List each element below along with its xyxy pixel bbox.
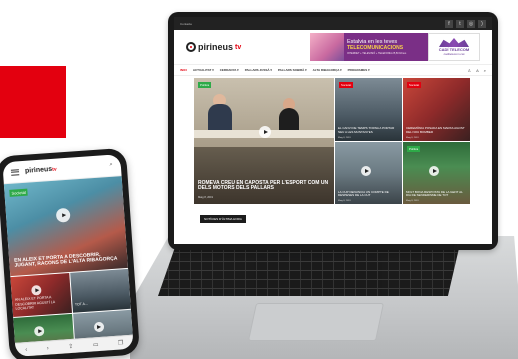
news-tile[interactable]: Política MOLT BONA RESPOSTA DE LA GENT A… <box>403 141 470 204</box>
article-title[interactable]: AN ALEIX ET PORTA A DESCOBRIR AGUSTÍ LA … <box>15 295 68 311</box>
news-column: Societat CEREMÒNIA POSADA EN MARXA AGOST… <box>403 78 470 204</box>
phone-hero-article[interactable]: Societat EN ALEIX ET PORTA A DESCOBRIR, … <box>3 176 129 277</box>
play-icon[interactable] <box>429 165 439 176</box>
search-icon[interactable]: ⌕ <box>484 68 486 73</box>
play-icon[interactable] <box>55 207 71 223</box>
tent-logo-icon <box>439 38 469 47</box>
nav-icons: ♙ A ⌕ <box>467 68 486 73</box>
logo-name: pirineus <box>24 165 53 175</box>
news-column: Societat EL CANVI DE TEMPS TORNA A PORTA… <box>335 78 402 204</box>
logo-name: pirineus <box>198 42 234 52</box>
article-date: Maig 8, 2019 <box>406 136 419 139</box>
article-date: Maig 8, 2019 <box>198 196 213 199</box>
play-icon[interactable] <box>259 126 271 138</box>
news-tile[interactable]: Societat CEREMÒNIA POSADA EN MARXA AGOST… <box>403 78 470 141</box>
article-date: Maig 8, 2019 <box>338 136 351 139</box>
news-tile[interactable]: LA CUP DENUNCIA UN COMPTE DE DESPESES DE… <box>335 141 402 204</box>
search-icon[interactable]: ⌕ <box>109 162 113 169</box>
rss-icon[interactable]: ) <box>478 19 486 28</box>
ad-line-2: TELECOMUNICACIONS <box>347 45 404 51</box>
logo-suffix: tv <box>52 166 57 173</box>
article-date: Maig 8, 2019 <box>406 200 419 202</box>
article-title[interactable]: EN ALEIX ET PORTA A DESCOBRIR, JUGANT, R… <box>14 251 123 270</box>
laptop-trackpad <box>247 303 385 341</box>
ad-banner[interactable]: Estalvia en les teves TELECOMUNICACIONS … <box>310 33 480 61</box>
site-logo[interactable]: pirineus tv <box>186 42 241 52</box>
nav-item-pallars-jussa[interactable]: PALLARS JUSSÀ ▾ <box>245 68 272 72</box>
back-icon[interactable]: ‹ <box>25 347 27 353</box>
news-grid: Política ROMEVA CREU EN CAPOSTA PER L'ES… <box>194 78 470 204</box>
laptop-key-rows <box>158 244 460 296</box>
font-size-icon[interactable]: A <box>476 68 479 73</box>
laptop-website: Contacte f t ◎ ) pirineus tv Estalvia en… <box>174 17 492 244</box>
news-tile[interactable]: AN ALEIX ET PORTA A DESCOBRIR AGUSTÍ LA … <box>10 272 72 317</box>
nav-item-pallars-sobira[interactable]: PALLARS SOBIRÀ ▾ <box>278 68 307 72</box>
nav-item-cerdanya[interactable]: CERDANYA ▾ <box>220 68 239 72</box>
laptop-screen: Contacte f t ◎ ) pirineus tv Estalvia en… <box>168 12 498 250</box>
news-tile[interactable]: TOT A... <box>69 268 131 313</box>
ad-brand: CADÍ TELECOM caditelecom.cat <box>428 33 480 61</box>
bookmark-icon[interactable]: ▭ <box>93 341 99 348</box>
play-icon[interactable] <box>93 321 104 333</box>
phone: pirineustv ⌕ Societat EN ALEIX ET PORTA … <box>0 147 141 359</box>
top-bar: Contacte f t ◎ ) <box>174 17 492 30</box>
site-header: pirineus tv Estalvia en les teves TELECO… <box>174 30 492 64</box>
main-nav: INICI ACTUALITAT ▾ CERDANYA ▾ PALLARS JU… <box>174 64 492 76</box>
phone-screen: pirineustv ⌕ Societat EN ALEIX ET PORTA … <box>2 154 134 357</box>
instagram-icon[interactable]: ◎ <box>467 19 475 28</box>
category-tag[interactable]: Societat <box>407 82 422 88</box>
share-icon[interactable]: ⇪ <box>68 343 73 350</box>
article-title[interactable]: ROMEVA CREU EN CAPOSTA PER L'ESPORT COM … <box>198 180 330 193</box>
category-tag[interactable]: Societat <box>339 82 354 88</box>
nav-item-alta-ribagorca[interactable]: ALTA RIBAGORÇA ▾ <box>313 68 342 72</box>
play-icon[interactable] <box>31 284 42 296</box>
category-tag[interactable]: Política <box>198 82 212 88</box>
nav-item-actualitat[interactable]: ACTUALITAT ▾ <box>193 68 214 72</box>
article-title[interactable]: CEREMÒNIA POSADA EN MARXA AGOST DEL NOU … <box>406 126 466 134</box>
product-mockup: Contacte f t ◎ ) pirineus tv Estalvia en… <box>0 0 518 359</box>
hamburger-menu-icon[interactable] <box>10 168 20 176</box>
category-tag[interactable]: Societat <box>9 188 29 197</box>
article-date: Maig 8, 2019 <box>338 200 351 202</box>
twitter-icon[interactable]: t <box>456 19 464 28</box>
ad-text: Estalvia en les teves TELECOMUNICACIONS … <box>344 33 428 61</box>
latest-news-button[interactable]: NOTÍCIES D'ÚLTIMA HORA <box>200 215 246 223</box>
nav-item-home[interactable]: INICI <box>180 68 187 72</box>
eye-logo-icon <box>186 42 196 52</box>
phone-logo[interactable]: pirineustv <box>25 166 57 175</box>
phone-news-row: AN ALEIX ET PORTA A DESCOBRIR AGUSTÍ LA … <box>10 268 131 317</box>
contact-link[interactable]: Contacte <box>180 22 192 26</box>
red-accent-block <box>0 66 66 138</box>
ad-line-3: INTERNET + TELEVISIÓ + TELEFONIA 25,50 €… <box>347 52 407 55</box>
category-tag[interactable]: Política <box>407 145 421 152</box>
article-title[interactable]: MOLT BONA RESPOSTA DE LA GENT AL DIA DE … <box>406 190 466 198</box>
featured-article[interactable]: Política ROMEVA CREU EN CAPOSTA PER L'ES… <box>194 78 334 204</box>
news-tile[interactable]: Societat EL CANVI DE TEMPS TORNA A PORTA… <box>335 78 402 141</box>
article-title[interactable]: LA CUP DENUNCIA UN COMPTE DE DESPESES DE… <box>338 190 398 198</box>
logo-suffix: tv <box>235 43 242 51</box>
user-icon[interactable]: ♙ <box>467 68 471 73</box>
ad-brand-url: caditelecom.cat <box>443 52 465 56</box>
ad-image <box>310 33 344 61</box>
tabs-icon[interactable]: ❐ <box>118 339 124 346</box>
play-icon[interactable] <box>361 165 371 176</box>
nav-item-programes[interactable]: PROGRAMES ▾ <box>348 68 370 72</box>
facebook-icon[interactable]: f <box>445 19 453 28</box>
forward-icon[interactable]: › <box>47 345 49 351</box>
article-title[interactable]: EL CANVI DE TEMPS TORNA A PORTAR NEU A L… <box>338 126 398 134</box>
social-icons: f t ◎ ) <box>445 19 486 28</box>
play-icon[interactable] <box>33 325 45 337</box>
article-title[interactable]: TOT A... <box>75 299 127 307</box>
